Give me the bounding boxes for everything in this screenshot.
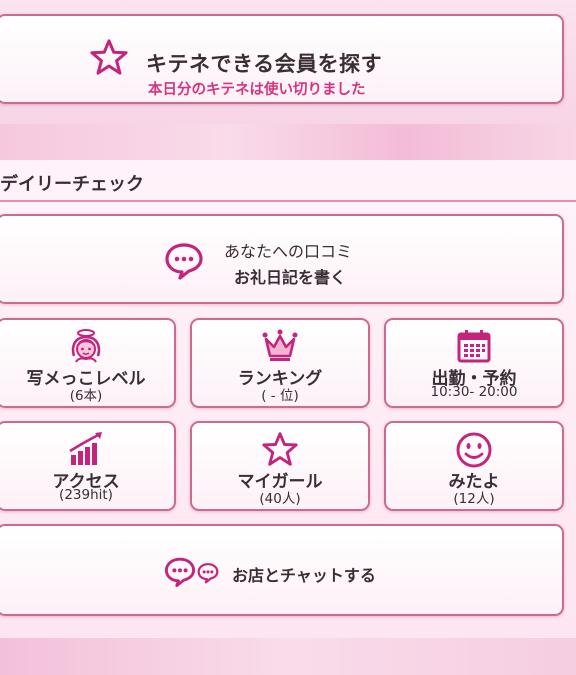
tile-mitayo[interactable]: みたよ (12人)	[384, 421, 564, 511]
daily-check-header: デイリーチェック	[0, 174, 144, 195]
chat-with-shop-button[interactable]: お店とチャットする	[0, 524, 564, 616]
tile-value: (239hit)	[59, 487, 113, 503]
tile-value: (40人)	[259, 491, 301, 507]
tile-value: (6本)	[69, 388, 103, 404]
kitene-status-text: 本日分のキテネは使い切りました	[148, 82, 366, 98]
reviews-label: あなたへの口コミ	[224, 242, 353, 261]
decorative-band	[0, 124, 576, 160]
tile-access[interactable]: アクセス (239hit)	[0, 421, 176, 511]
tile-value: ( - 位)	[261, 388, 299, 404]
star-icon	[262, 432, 298, 466]
speech-bubble-small-icon	[197, 563, 219, 584]
search-kitene-members-button[interactable]: キテネできる会員を探す 本日分のキテネは使い切りました	[0, 14, 564, 104]
kitene-title: キテネできる会員を探す	[146, 52, 383, 76]
smiley-icon	[456, 432, 492, 468]
tile-value: 10:30- 20:00	[430, 384, 518, 400]
tile-my-girl[interactable]: マイガール (40人)	[190, 421, 370, 511]
tile-photo-level[interactable]: 写メっこレベル (6本)	[0, 318, 176, 408]
chat-label: お店とチャットする	[232, 566, 376, 585]
star-icon	[90, 39, 128, 75]
bar-chart-icon	[69, 432, 102, 465]
tile-schedule[interactable]: 出勤・予約 10:30- 20:00	[384, 318, 564, 408]
tile-value: (12人)	[453, 491, 495, 507]
speech-bubble-icon	[165, 243, 203, 280]
reviews-button[interactable]: あなたへの口コミ お礼日記を書く	[0, 214, 564, 304]
calendar-icon	[457, 330, 491, 363]
crown-icon	[262, 329, 298, 361]
speech-bubble-icon	[164, 557, 196, 588]
angel-girl-icon	[71, 329, 101, 363]
tile-ranking[interactable]: ランキング ( - 位)	[190, 318, 370, 408]
section-divider	[0, 200, 576, 202]
decorative-band	[0, 638, 576, 675]
thank-you-diary-label: お礼日記を書く	[234, 268, 347, 287]
